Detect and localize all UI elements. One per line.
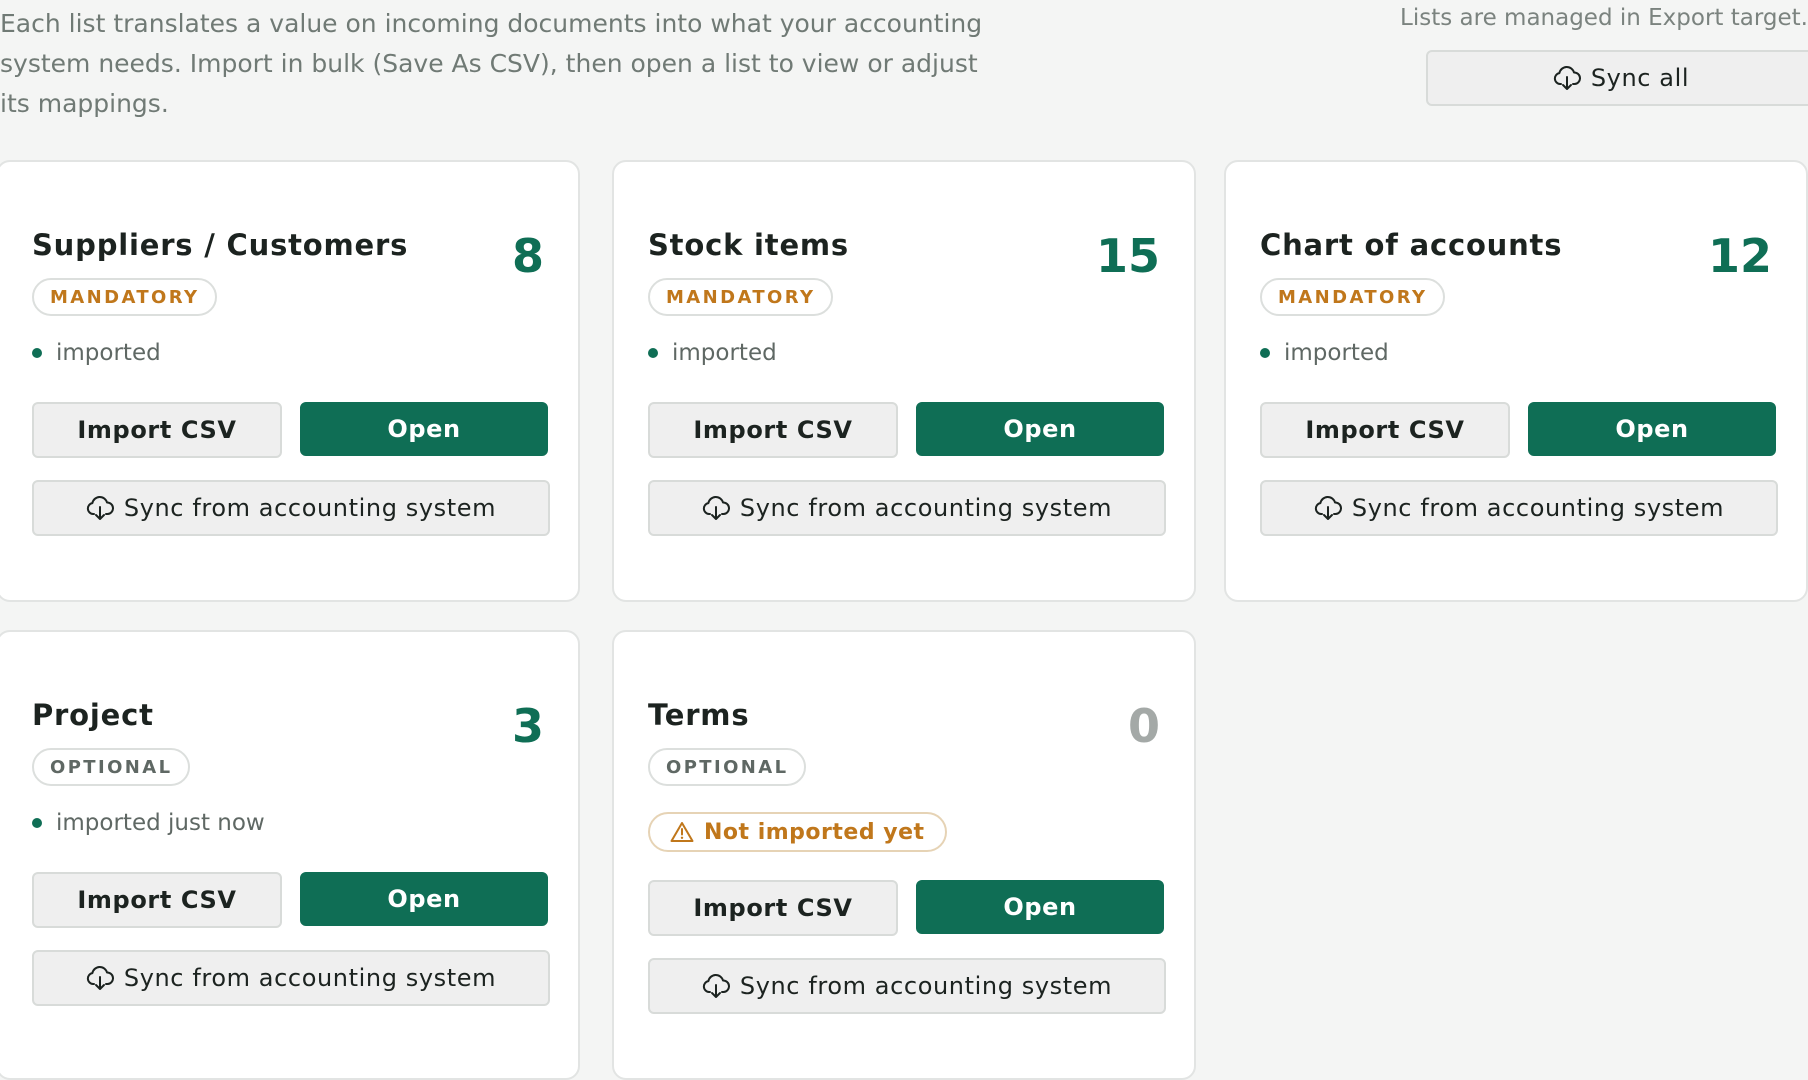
list-title: Chart of accounts [1260, 228, 1563, 262]
sync-button-label: Sync from accounting system [1351, 494, 1725, 522]
import-csv-button[interactable]: Import CSV [32, 402, 282, 458]
intro-text: Each list translates a value on incoming… [0, 9, 983, 118]
sync-from-accounting-button[interactable]: Sync from accounting system [32, 950, 550, 1006]
status-text: Not imported yet [704, 819, 925, 845]
sync-from-accounting-button[interactable]: Sync from accounting system [648, 480, 1166, 536]
open-button[interactable]: Open [916, 402, 1164, 456]
status-dot-icon [1260, 348, 1270, 358]
import-csv-button[interactable]: Import CSV [648, 880, 898, 936]
list-title: Stock items [648, 228, 849, 262]
requirement-badge: OPTIONAL [32, 748, 191, 786]
cloud-download-icon [86, 965, 114, 991]
import-csv-button[interactable]: Import CSV [648, 402, 898, 458]
list-count: 0 [1127, 699, 1160, 753]
cloud-download-icon [86, 495, 114, 521]
sync-button-label: Sync from accounting system [123, 494, 497, 522]
sync-from-accounting-button[interactable]: Sync from accounting system [648, 958, 1166, 1014]
import-csv-button[interactable]: Import CSV [1260, 402, 1510, 458]
requirement-badge: MANDATORY [648, 278, 834, 316]
status-text: imported [56, 340, 161, 366]
sync-all-button[interactable]: Sync all [1426, 50, 1808, 106]
list-card-chart-of-accounts: Chart of accounts 12 MANDATORY imported … [1224, 160, 1808, 602]
list-card-suppliers-customers: Suppliers / Customers 8 MANDATORY import… [0, 160, 580, 602]
open-button[interactable]: Open [300, 872, 548, 926]
cloud-download-icon [1314, 495, 1342, 521]
status-text: imported [672, 340, 777, 366]
sync-button-label: Sync from accounting system [739, 972, 1113, 1000]
warning-triangle-icon [670, 821, 694, 843]
list-title: Project [32, 698, 154, 732]
cloud-download-icon [702, 495, 730, 521]
requirement-badge: MANDATORY [1260, 278, 1446, 316]
open-button[interactable]: Open [916, 880, 1164, 934]
open-button[interactable]: Open [300, 402, 548, 456]
status-text: imported just now [56, 810, 265, 836]
requirement-badge: MANDATORY [32, 278, 218, 316]
status-dot-icon [648, 348, 658, 358]
list-count: 15 [1095, 229, 1160, 283]
import-csv-button[interactable]: Import CSV [32, 872, 282, 928]
mapping-lists-page: Each list translates a value on incoming… [0, 0, 1808, 1080]
list-count: 3 [511, 699, 544, 753]
list-status: imported just now [32, 810, 265, 836]
list-title: Terms [648, 698, 750, 732]
sync-from-accounting-button[interactable]: Sync from accounting system [1260, 480, 1778, 536]
list-card-terms: Terms 0 OPTIONAL Not imported yet Import… [612, 630, 1196, 1080]
requirement-badge: OPTIONAL [648, 748, 807, 786]
sync-all-label: Sync all [1590, 64, 1690, 92]
open-button[interactable]: Open [1528, 402, 1776, 456]
status-dot-icon [32, 348, 42, 358]
cloud-download-icon [702, 973, 730, 999]
list-status: imported [1260, 340, 1389, 366]
list-count: 8 [511, 229, 544, 283]
list-count: 12 [1707, 229, 1772, 283]
not-imported-status: Not imported yet [648, 812, 947, 852]
sync-button-label: Sync from accounting system [739, 494, 1113, 522]
managed-note: Lists are managed in Export target. [1400, 5, 1808, 31]
list-card-project: Project 3 OPTIONAL imported just now Imp… [0, 630, 580, 1080]
list-title: Suppliers / Customers [32, 228, 409, 262]
sync-button-label: Sync from accounting system [123, 964, 497, 992]
cloud-download-icon [1553, 65, 1581, 91]
list-status: imported [648, 340, 777, 366]
sync-from-accounting-button[interactable]: Sync from accounting system [32, 480, 550, 536]
status-text: imported [1284, 340, 1389, 366]
list-status: imported [32, 340, 161, 366]
status-dot-icon [32, 818, 42, 828]
list-card-stock-items: Stock items 15 MANDATORY imported Import… [612, 160, 1196, 602]
